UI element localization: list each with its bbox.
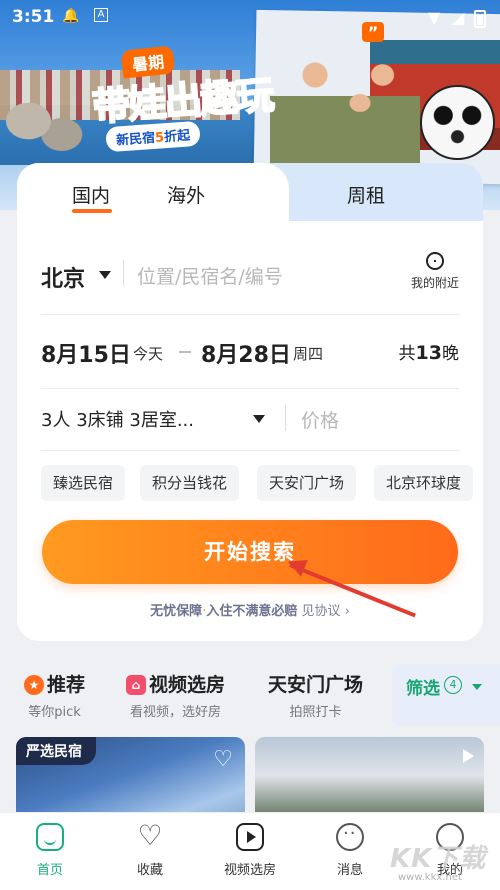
nav-messages[interactable]: 消息 [310, 823, 390, 878]
heart-icon: ♡ [137, 819, 163, 852]
checkin-date[interactable]: 8月15日 [41, 337, 131, 369]
tab-overseas[interactable]: 海外 [167, 181, 205, 208]
category-recommend[interactable]: ★ 推荐 等你pick [24, 670, 85, 720]
checkout-day: 周四 [293, 345, 324, 363]
nav-video-rooms[interactable]: 视频选房 [210, 823, 290, 878]
divider [123, 260, 124, 286]
location-row: 北京 位置/民宿名/编号 我的附近 [41, 243, 459, 315]
heart-icon[interactable]: ♡ [213, 747, 233, 772]
tab-domestic[interactable]: 国内 [72, 181, 110, 208]
filter-label: 筛选 [406, 679, 440, 699]
play-icon[interactable] [463, 749, 474, 763]
search-card: 国内 海外 周租 北京 位置/民宿名/编号 我的附近 8月15日 今天 8月28… [17, 163, 483, 641]
nav-home[interactable]: 首页 [10, 823, 90, 878]
listing-badge: 严选民宿 [16, 737, 96, 765]
tag-chip[interactable]: 北京环球度 [374, 465, 474, 501]
beds-count: 3床铺 [76, 410, 124, 431]
rooms-count: 3居室... [129, 410, 194, 431]
video-icon [236, 823, 264, 851]
banner-statues-image [0, 85, 95, 175]
promo-text-block: 暑期 带娃出趣玩 新民宿5折起 [90, 45, 275, 158]
price-filter-input[interactable]: 价格 [301, 406, 339, 433]
app-notification-icon: A [94, 8, 108, 22]
status-time: 3:51 [12, 7, 55, 27]
guest-room-selector[interactable]: 3人 3床铺 3居室... [41, 406, 194, 432]
wifi-icon: ▼ [428, 8, 441, 27]
nav-label: 消息 [336, 863, 363, 878]
agreement-link[interactable]: 见协议 › [301, 604, 349, 619]
home-icon [36, 823, 64, 851]
quick-tags: 臻选民宿 积分当钱花 天安门广场 北京环球度 [41, 465, 483, 501]
promo-subtitle: 新民宿5折起 [105, 120, 201, 153]
category-video-rooms[interactable]: ⌂ 视频选房 看视频，选好房 [126, 670, 225, 720]
guests-row: 3人 3床铺 3居室... 价格 [41, 389, 459, 451]
tag-chip[interactable]: 臻选民宿 [41, 465, 126, 501]
locate-icon [425, 252, 444, 270]
chevron-down-icon [472, 684, 482, 690]
nights-prefix: 共 [398, 344, 416, 364]
nights-count: 共13晚 [399, 339, 459, 364]
checkout-date[interactable]: 8月28日 [201, 337, 291, 369]
tabs-active-background [17, 163, 289, 221]
location-search-input[interactable]: 位置/民宿名/编号 [137, 262, 283, 289]
category-subtitle: 拍照打卡 [289, 705, 342, 720]
category-tiananmen[interactable]: 天安门广场 拍照打卡 [268, 670, 363, 720]
watermark-url: www.kkx.net [398, 872, 462, 883]
star-badge-icon: ★ [24, 675, 44, 695]
nav-favorites[interactable]: ♡ 收藏 [110, 819, 190, 879]
guarantee-text: 入住不满意必赔 [206, 604, 298, 619]
promo-subtitle-prefix: 新民宿 [115, 130, 156, 149]
nearby-label: 我的附近 [410, 276, 459, 290]
status-bar: 3:51 🔔 A ▼ ◢ [0, 0, 500, 36]
chevron-down-icon[interactable] [253, 415, 265, 423]
tag-chip[interactable]: 天安门广场 [257, 465, 357, 501]
tab-active-indicator [72, 209, 112, 213]
notification-bell-icon: 🔔 [62, 8, 80, 24]
start-search-button[interactable]: 开始搜索 [42, 520, 458, 584]
city-selector[interactable]: 北京 [41, 261, 85, 293]
banner-family-image [270, 40, 420, 180]
nights-number: 13 [415, 342, 442, 364]
chevron-down-icon[interactable] [99, 271, 111, 279]
signal-icon: ◢ [452, 8, 465, 27]
category-subtitle: 看视频，选好房 [130, 705, 222, 720]
filter-button[interactable]: 筛选 4 [392, 664, 500, 726]
battery-icon [474, 10, 486, 28]
promo-subtitle-suffix: 折起 [163, 128, 191, 146]
category-title: 推荐 [47, 674, 86, 696]
nav-label: 首页 [36, 863, 63, 878]
category-subtitle: 等你pick [28, 705, 81, 720]
watermark-logo: KK下载 [390, 844, 487, 874]
checkin-day: 今天 [133, 345, 164, 363]
category-title: 视频选房 [149, 674, 226, 696]
category-bar: ★ 推荐 等你pick ⌂ 视频选房 看视频，选好房 天安门广场 拍照打卡 筛选 4 [0, 660, 500, 726]
nearby-button[interactable]: 我的附近 [411, 252, 459, 291]
nav-label: 收藏 [136, 863, 163, 878]
tag-chip[interactable]: 积分当钱花 [140, 465, 240, 501]
panda-icon [420, 85, 495, 160]
filter-count-badge: 4 [444, 676, 462, 694]
category-title: 天安门广场 [268, 674, 364, 696]
video-house-icon: ⌂ [126, 675, 146, 695]
nav-label: 视频选房 [223, 863, 276, 878]
date-separator [179, 351, 191, 353]
date-row[interactable]: 8月15日 今天 8月28日 周四 共13晚 [41, 315, 459, 389]
guarantee-title: 无忧保障 [150, 604, 203, 619]
guests-count: 3人 [41, 410, 71, 431]
tab-weekly-rent[interactable]: 周租 [347, 181, 385, 208]
nights-suffix: 晚 [442, 344, 459, 364]
message-icon [336, 823, 364, 851]
divider [285, 405, 286, 431]
